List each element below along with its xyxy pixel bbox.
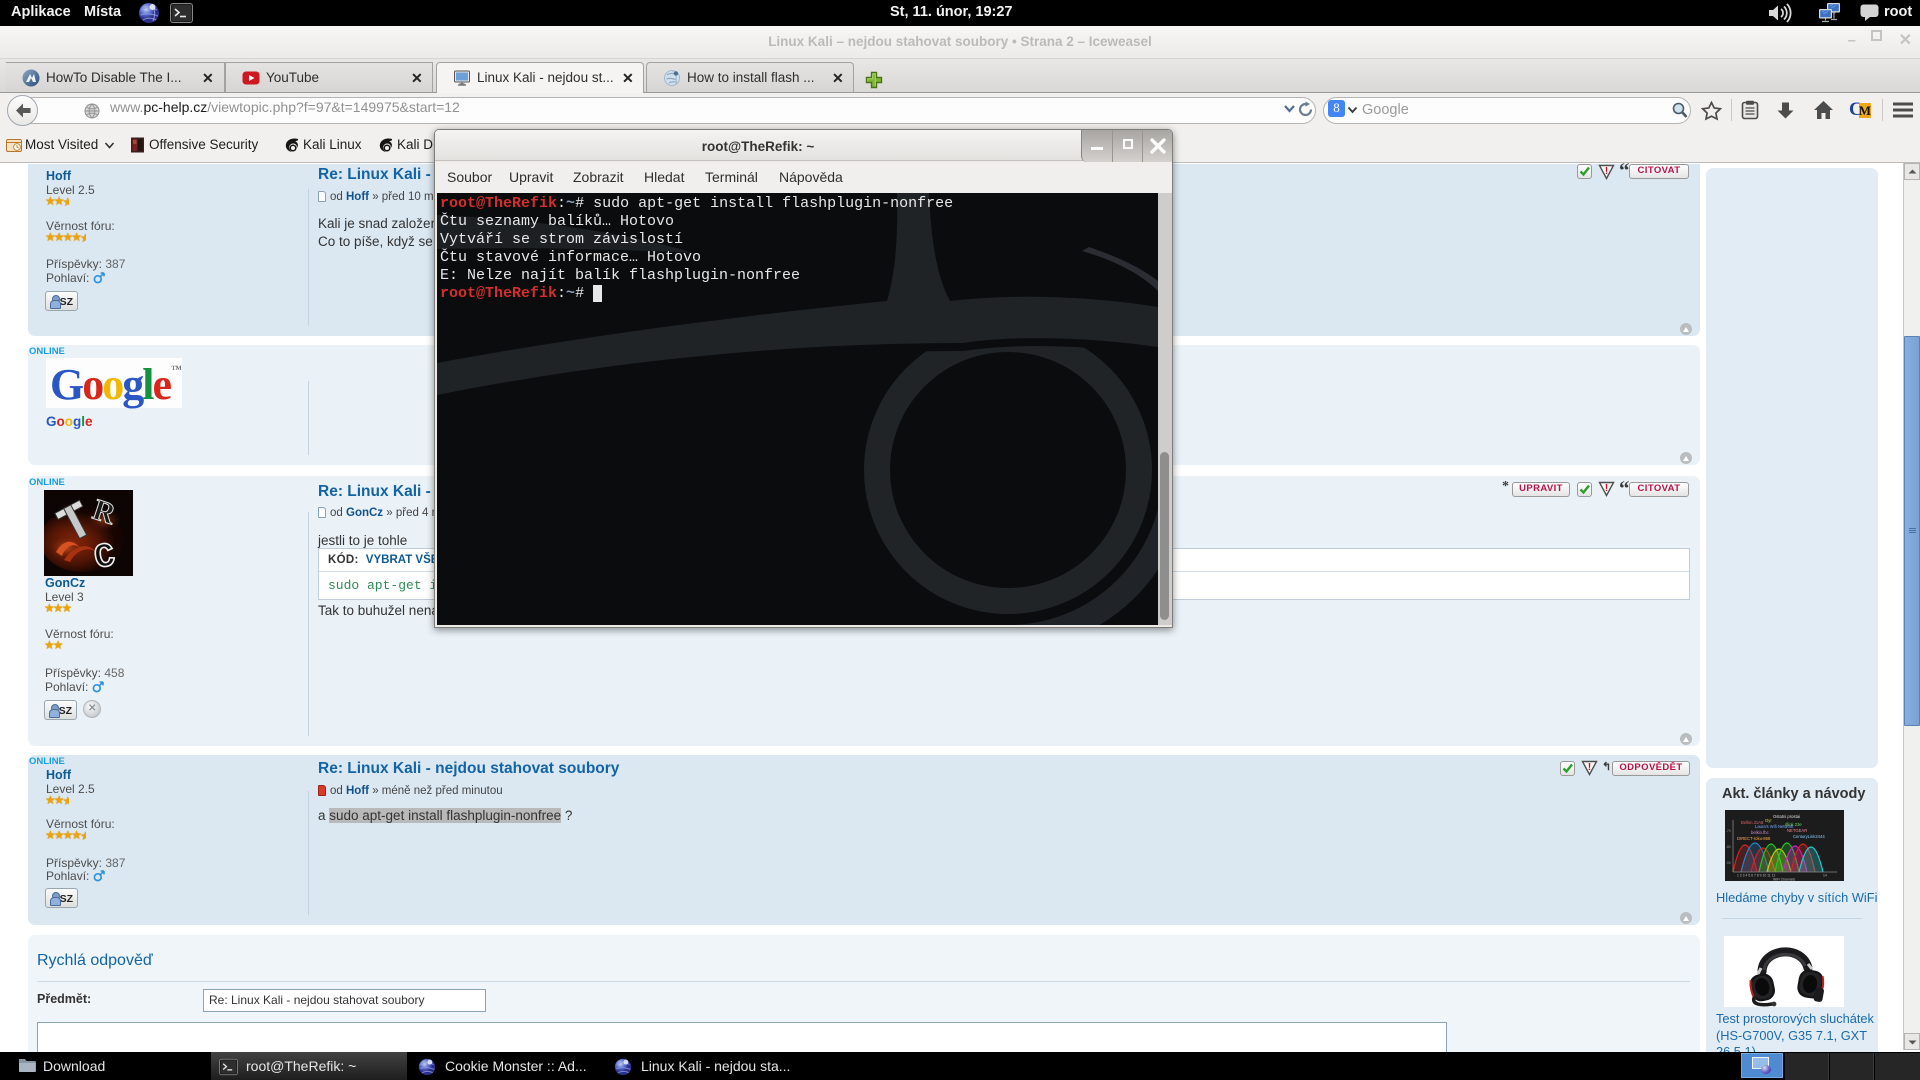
svg-text:belkin.fbc: belkin.fbc [1751,830,1769,835]
svg-text:14: 14 [1823,874,1827,878]
svg-text:Oy!: Oy! [1765,818,1772,823]
svg-text:DIRECT-roku-868: DIRECT-roku-868 [1737,836,1771,841]
svg-text:NETGEAR: NETGEAR [1787,828,1807,833]
svg-text:!: ! [1588,761,1592,773]
svg-text:!: ! [1605,482,1609,494]
svg-text:!: ! [1605,165,1609,177]
svg-text:Ostatni prostai: Ostatni prostai [1773,814,1800,819]
svg-text:-80: -80 [1726,845,1731,849]
svg-text:CenturyLink2444: CenturyLink2444 [1793,834,1825,839]
svg-text:-90: -90 [1726,861,1731,865]
svg-text:dlink 23e: dlink 23e [1785,822,1802,827]
svg-text:1 2 3 4 5 6 7 8 9 10 11 12: 1 2 3 4 5 6 7 8 9 10 11 12 [1737,874,1776,878]
svg-text:-70: -70 [1726,829,1731,833]
svg-text:WiFi Channels: WiFi Channels [1773,878,1795,882]
